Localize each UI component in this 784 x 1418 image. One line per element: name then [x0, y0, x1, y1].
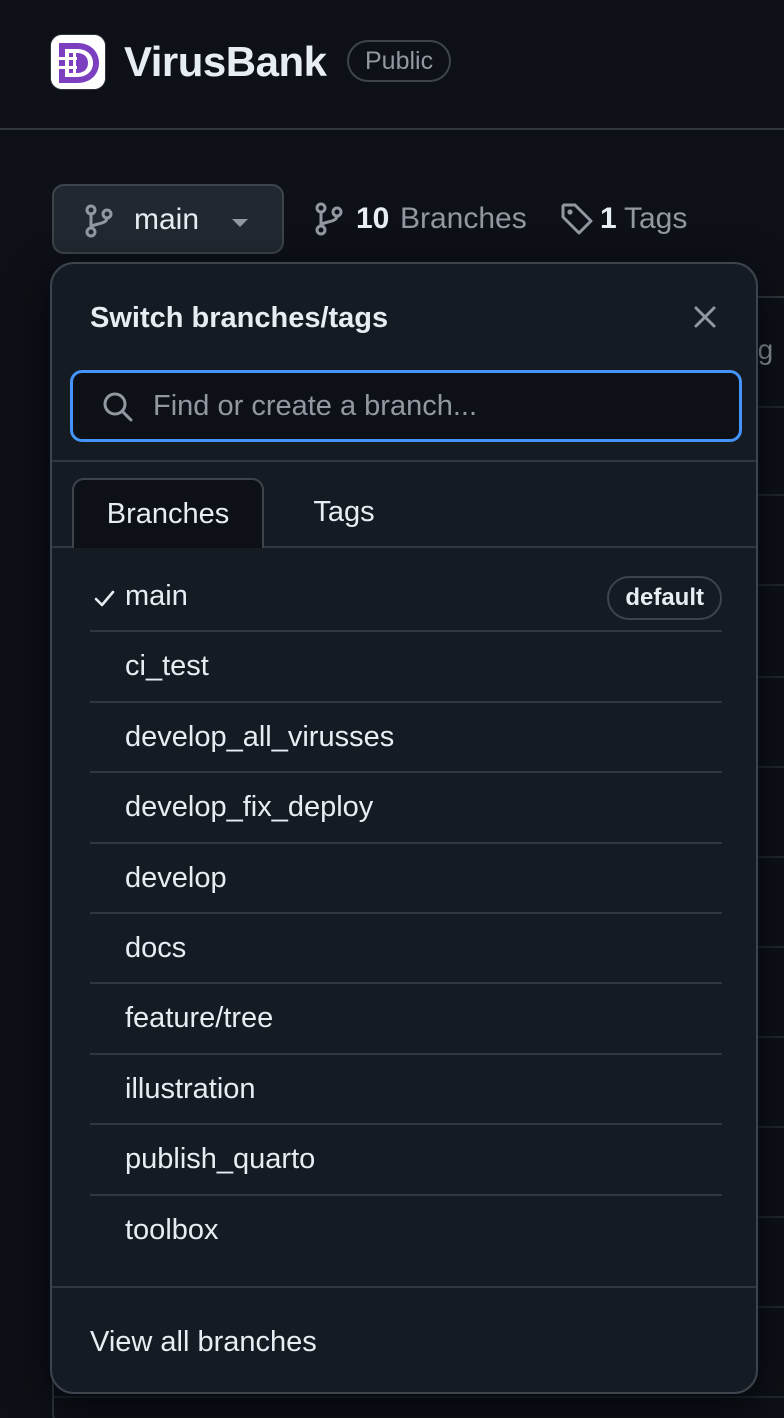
branches-word: Branches — [400, 202, 527, 235]
branch-item-develop[interactable]: develop — [90, 844, 722, 914]
branch-search-input[interactable] — [153, 383, 723, 429]
switch-branches-dropdown: Switch branches/tags Branches Tags — [50, 262, 758, 1394]
virusbank-logo-icon — [51, 35, 105, 89]
git-branch-icon — [314, 202, 344, 241]
view-all-branches-link[interactable]: View all branches — [90, 1326, 317, 1359]
branch-name: feature/tree — [125, 1002, 274, 1035]
branch-name: develop — [125, 861, 227, 894]
branch-tag-tabs: Branches Tags — [52, 478, 756, 548]
branch-item-toolbox[interactable]: toolbox — [90, 1196, 722, 1266]
branch-name: docs — [125, 931, 187, 964]
branch-name: develop_fix_deploy — [125, 791, 374, 824]
current-branch-label: main — [134, 203, 200, 236]
branch-search-box[interactable] — [70, 370, 742, 442]
tag-icon — [560, 202, 594, 241]
table-row-divider — [54, 1396, 784, 1398]
branch-name: ci_test — [125, 650, 209, 683]
divider — [52, 1286, 756, 1288]
git-branch-icon — [84, 204, 114, 243]
branch-item-illustration[interactable]: illustration — [90, 1055, 722, 1126]
tab-tags[interactable]: Tags — [294, 478, 394, 548]
close-icon[interactable] — [690, 302, 720, 332]
branch-item-develop-all-virusses[interactable]: develop_all_virusses — [90, 703, 722, 774]
branch-selector-button[interactable]: main — [52, 184, 284, 254]
tab-branches[interactable]: Branches — [72, 478, 264, 548]
branch-name: toolbox — [125, 1213, 219, 1246]
repo-logo[interactable] — [50, 34, 106, 90]
repo-name[interactable]: VirusBank — [124, 36, 327, 88]
branch-item-docs[interactable]: docs — [90, 914, 722, 985]
tag-count: 1 — [600, 202, 617, 235]
triangle-down-icon — [229, 216, 251, 234]
branch-item-ci-test[interactable]: ci_test — [90, 632, 722, 703]
branch-item-publish-quarto[interactable]: publish_quarto — [90, 1125, 722, 1196]
branch-name: main — [125, 580, 188, 612]
branch-item-feature-tree[interactable]: feature/tree — [90, 984, 722, 1055]
branch-name: publish_quarto — [125, 1143, 316, 1176]
branch-count: 10 — [356, 202, 390, 235]
branch-name: develop_all_virusses — [125, 720, 395, 753]
repo-page: VirusBank Public ag main — [0, 0, 784, 1418]
search-icon — [101, 390, 135, 429]
visibility-badge: Public — [347, 40, 452, 82]
branch-item-main[interactable]: main default — [90, 562, 722, 633]
repo-header: VirusBank Public — [0, 0, 784, 130]
branch-list: main default ci_test develop_all_virusse… — [90, 562, 722, 1266]
dropdown-title: Switch branches/tags — [90, 302, 389, 334]
branch-item-develop-fix-deploy[interactable]: develop_fix_deploy — [90, 773, 722, 844]
default-badge: default — [607, 576, 722, 620]
check-icon — [92, 586, 116, 610]
branch-name: illustration — [125, 1072, 256, 1105]
divider — [52, 460, 756, 462]
tags-word: Tags — [624, 202, 688, 235]
